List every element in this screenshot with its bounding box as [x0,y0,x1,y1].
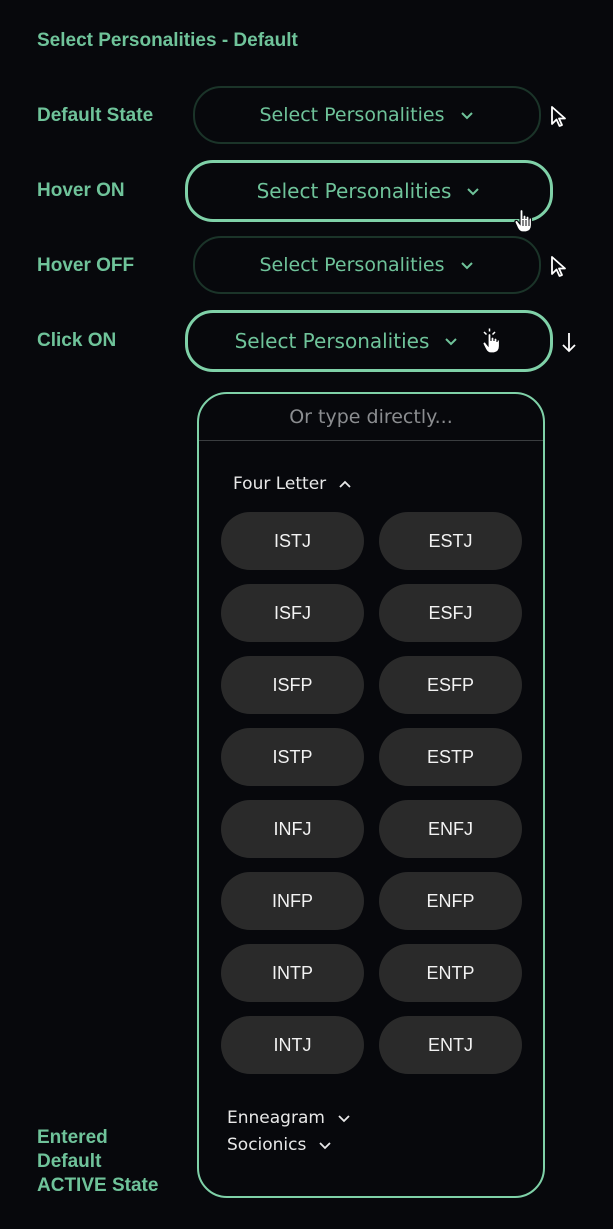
type-pill[interactable]: ENTP [379,944,522,1002]
select-personalities-dropdown-click[interactable]: Select Personalities [185,310,553,372]
type-pill[interactable]: INFJ [221,800,364,858]
row-label-hover-on: Hover ON [37,180,125,201]
page-title: Select Personalities - Default [37,30,298,51]
arrow-down-icon [562,333,576,353]
arrow-cursor-icon [551,106,566,127]
bottom-label-line-2: Default [37,1151,102,1172]
hand-click-icon [482,328,501,354]
section-label-enneagram: Enneagram [227,1108,325,1128]
row-label-click-on: Click ON [37,330,117,351]
arrow-cursor-icon [551,256,566,277]
type-pill[interactable]: ISTP [221,728,364,786]
type-pill[interactable]: ESTJ [379,512,522,570]
type-pill[interactable]: INFP [221,872,364,930]
type-pill[interactable]: ISTJ [221,512,364,570]
type-pill[interactable]: ESFP [379,656,522,714]
type-pill[interactable]: ESFJ [379,584,522,642]
bottom-label-line-3: ACTIVE State [37,1175,159,1196]
personalities-dropdown-panel: Or type directly... Four Letter ISTJ EST… [197,392,545,1198]
chevron-up-icon [339,480,351,488]
chevron-down-icon [319,1142,332,1150]
type-pill[interactable]: ISFP [221,656,364,714]
row-label-hover-off: Hover OFF [37,255,135,276]
chevron-down-icon [445,338,458,346]
select-personalities-dropdown-default[interactable]: Select Personalities [193,86,541,144]
select-label: Select Personalities [259,254,445,276]
four-letter-types-grid: ISTJ ESTJ ISFJ ESFJ ISFP ESFP ISTP ESTP … [221,512,525,1076]
type-pill[interactable]: ENTJ [379,1016,522,1074]
select-label: Select Personalities [256,179,452,203]
chevron-down-icon [338,1115,350,1123]
select-personalities-dropdown-hover[interactable]: Select Personalities [185,160,553,222]
type-pill[interactable]: ESTP [379,728,522,786]
section-label-socionics: Socionics [227,1135,307,1155]
type-pill[interactable]: ENFP [379,872,522,930]
section-toggle-enneagram[interactable]: Enneagram [227,1108,351,1128]
chevron-down-icon [467,188,480,196]
section-toggle-four-letter[interactable]: Four Letter [233,474,352,494]
select-personalities-dropdown-hover-off[interactable]: Select Personalities [193,236,541,294]
section-toggle-socionics[interactable]: Socionics [227,1135,332,1155]
type-pill[interactable]: INTJ [221,1016,364,1074]
entered-default-active-label: Entered Default ACTIVE State [37,1126,187,1198]
bottom-label-line-1: Entered [37,1127,108,1148]
select-label: Select Personalities [234,329,430,353]
type-directly-input[interactable]: Or type directly... [199,394,543,441]
chevron-down-icon [460,262,473,270]
select-label: Select Personalities [259,104,445,126]
hand-pointer-icon [514,208,533,233]
type-pill[interactable]: INTP [221,944,364,1002]
row-label-default: Default State [37,105,154,126]
type-pill[interactable]: ISFJ [221,584,364,642]
type-pill[interactable]: ENFJ [379,800,522,858]
chevron-down-icon [460,112,473,120]
section-label-four-letter: Four Letter [233,474,327,494]
